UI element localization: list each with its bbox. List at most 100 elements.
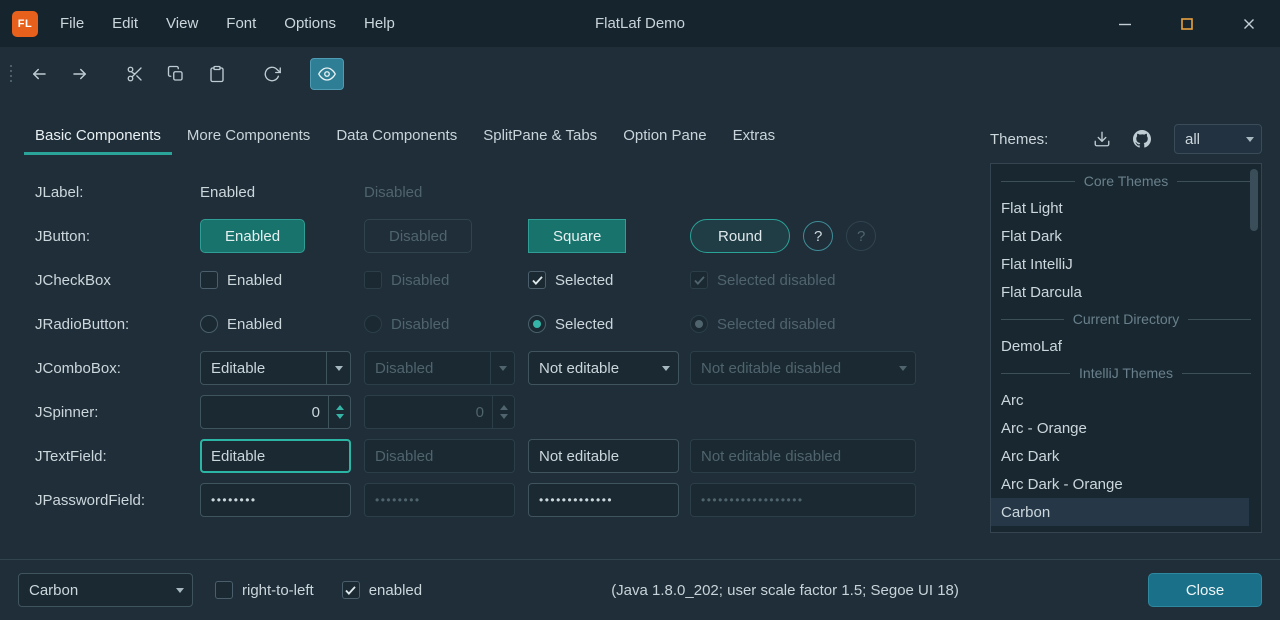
spinner-buttons[interactable] <box>328 396 350 428</box>
spinner-up-icon[interactable] <box>336 405 344 410</box>
jbutton-square[interactable]: Square <box>528 219 626 253</box>
jcombobox-row: JComboBox: Editable Disabled Not editabl… <box>35 346 975 390</box>
passwordfield-enabled[interactable]: •••••••• <box>200 483 351 517</box>
app-logo: FL <box>12 11 38 37</box>
themes-header: Themes: all <box>990 122 1262 156</box>
radio-selected-disabled: Selected disabled <box>690 315 835 333</box>
menu-edit[interactable]: Edit <box>98 0 152 47</box>
combobox-not-editable[interactable]: Not editable <box>528 351 679 385</box>
row-label-jcheckbox: JCheckBox <box>35 272 200 289</box>
theme-item-arc-dark[interactable]: Arc Dark <box>991 442 1261 470</box>
combobox-not-editable-disabled: Not editable disabled <box>690 351 916 385</box>
menu-help[interactable]: Help <box>350 0 409 47</box>
spinner-down-icon <box>500 414 508 419</box>
download-icon <box>1093 130 1111 148</box>
spinner-enabled[interactable]: 0 <box>200 395 351 429</box>
spinner-down-icon[interactable] <box>336 414 344 419</box>
checkbox-enabled[interactable]: Enabled <box>200 271 282 289</box>
jbutton-round[interactable]: Round <box>690 219 790 253</box>
menu-view[interactable]: View <box>152 0 212 47</box>
cut-button[interactable] <box>118 58 152 90</box>
refresh-button[interactable] <box>255 58 289 90</box>
radio-label: Selected disabled <box>717 316 835 333</box>
radio-selected[interactable]: Selected <box>528 315 613 333</box>
basic-components-panel: JLabel: Enabled Disabled JButton: Enable… <box>35 170 975 522</box>
radio-icon <box>364 315 382 333</box>
menu-options[interactable]: Options <box>270 0 350 47</box>
theme-item-flat-intellij[interactable]: Flat IntelliJ <box>991 250 1261 278</box>
jlabel-row: JLabel: Enabled Disabled <box>35 170 975 214</box>
theme-item-arc[interactable]: Arc <box>991 386 1261 414</box>
copy-button[interactable] <box>159 58 193 90</box>
maximize-button[interactable] <box>1156 0 1218 47</box>
close-icon <box>1241 16 1257 32</box>
toolbar-grip-handle[interactable] <box>10 65 12 82</box>
jbutton-disabled: Disabled <box>364 219 472 253</box>
minimize-button[interactable] <box>1094 0 1156 47</box>
tab-basic-components[interactable]: Basic Components <box>22 115 174 155</box>
tab-extras[interactable]: Extras <box>720 115 789 155</box>
tab-option-pane[interactable]: Option Pane <box>610 115 719 155</box>
chevron-down-icon[interactable] <box>654 352 678 384</box>
tab-data-components[interactable]: Data Components <box>323 115 470 155</box>
close-button[interactable]: Close <box>1148 573 1262 607</box>
chevron-down-icon[interactable] <box>326 352 350 384</box>
checkbox-icon <box>215 581 233 599</box>
enabled-checkbox[interactable]: enabled <box>342 581 422 599</box>
theme-item-carbon-selected[interactable]: Carbon <box>991 498 1249 526</box>
theme-item-flat-light[interactable]: Flat Light <box>991 194 1261 222</box>
radio-selected-icon <box>528 315 546 333</box>
row-label-jspinner: JSpinner: <box>35 404 200 421</box>
spinner-value: 0 <box>365 404 492 421</box>
row-label-jtextfield: JTextField: <box>35 448 200 465</box>
chevron-down-icon[interactable] <box>1239 137 1261 142</box>
back-button[interactable] <box>22 58 56 90</box>
spinner-value[interactable]: 0 <box>201 404 328 421</box>
scrollbar-thumb[interactable] <box>1250 169 1258 231</box>
combobox-value: Disabled <box>365 360 490 377</box>
combobox-editable[interactable]: Editable <box>200 351 351 385</box>
github-icon <box>1133 130 1151 148</box>
chevron-down-icon[interactable] <box>168 574 192 606</box>
themes-filter-combo[interactable]: all <box>1174 124 1262 154</box>
menubar: File Edit View Font Options Help <box>46 0 409 47</box>
spinner-disabled: 0 <box>364 395 515 429</box>
checkbox-selected[interactable]: Selected <box>528 271 613 289</box>
download-themes-button[interactable] <box>1088 125 1116 153</box>
forward-button[interactable] <box>63 58 97 90</box>
theme-item-demolaf[interactable]: DemoLaf <box>991 332 1261 360</box>
statusbar: Carbon right-to-left enabled (Java 1.8.0… <box>0 559 1280 620</box>
theme-switcher-combo[interactable]: Carbon <box>18 573 193 607</box>
show-toggle-button[interactable] <box>310 58 344 90</box>
close-window-button[interactable] <box>1218 0 1280 47</box>
theme-item-flat-darcula[interactable]: Flat Darcula <box>991 278 1261 306</box>
checkbox-checked-icon <box>528 271 546 289</box>
theme-item-flat-dark[interactable]: Flat Dark <box>991 222 1261 250</box>
row-label-jcombobox: JComboBox: <box>35 360 200 377</box>
theme-item-arc-orange[interactable]: Arc - Orange <box>991 414 1261 442</box>
copy-icon <box>167 65 185 83</box>
maximize-icon <box>1179 16 1195 32</box>
passwordfield-not-editable[interactable]: ••••••••••••• <box>528 483 679 517</box>
tab-splitpane-tabs[interactable]: SplitPane & Tabs <box>470 115 610 155</box>
right-to-left-checkbox[interactable]: right-to-left <box>215 581 314 599</box>
theme-item-arc-dark-orange[interactable]: Arc Dark - Orange <box>991 470 1261 498</box>
checkbox-checked-icon <box>690 271 708 289</box>
radio-enabled[interactable]: Enabled <box>200 315 282 333</box>
theme-switcher-value: Carbon <box>19 582 168 599</box>
row-label-jradiobutton: JRadioButton: <box>35 316 200 333</box>
jbutton-enabled[interactable]: Enabled <box>200 219 305 253</box>
row-label-jpasswordfield: JPasswordField: <box>35 492 200 509</box>
menu-file[interactable]: File <box>46 0 98 47</box>
paste-button[interactable] <box>200 58 234 90</box>
tab-more-components[interactable]: More Components <box>174 115 323 155</box>
list-separator-core-themes: Core Themes <box>991 168 1261 194</box>
checkbox-icon <box>364 271 382 289</box>
textfield-not-editable[interactable]: Not editable <box>528 439 679 473</box>
refresh-icon <box>263 65 281 83</box>
textfield-editable-focused[interactable]: Editable <box>200 439 351 473</box>
github-button[interactable] <box>1128 125 1156 153</box>
themes-list: Core Themes Flat Light Flat Dark Flat In… <box>990 163 1262 533</box>
help-button[interactable]: ? <box>803 221 833 251</box>
menu-font[interactable]: Font <box>212 0 270 47</box>
